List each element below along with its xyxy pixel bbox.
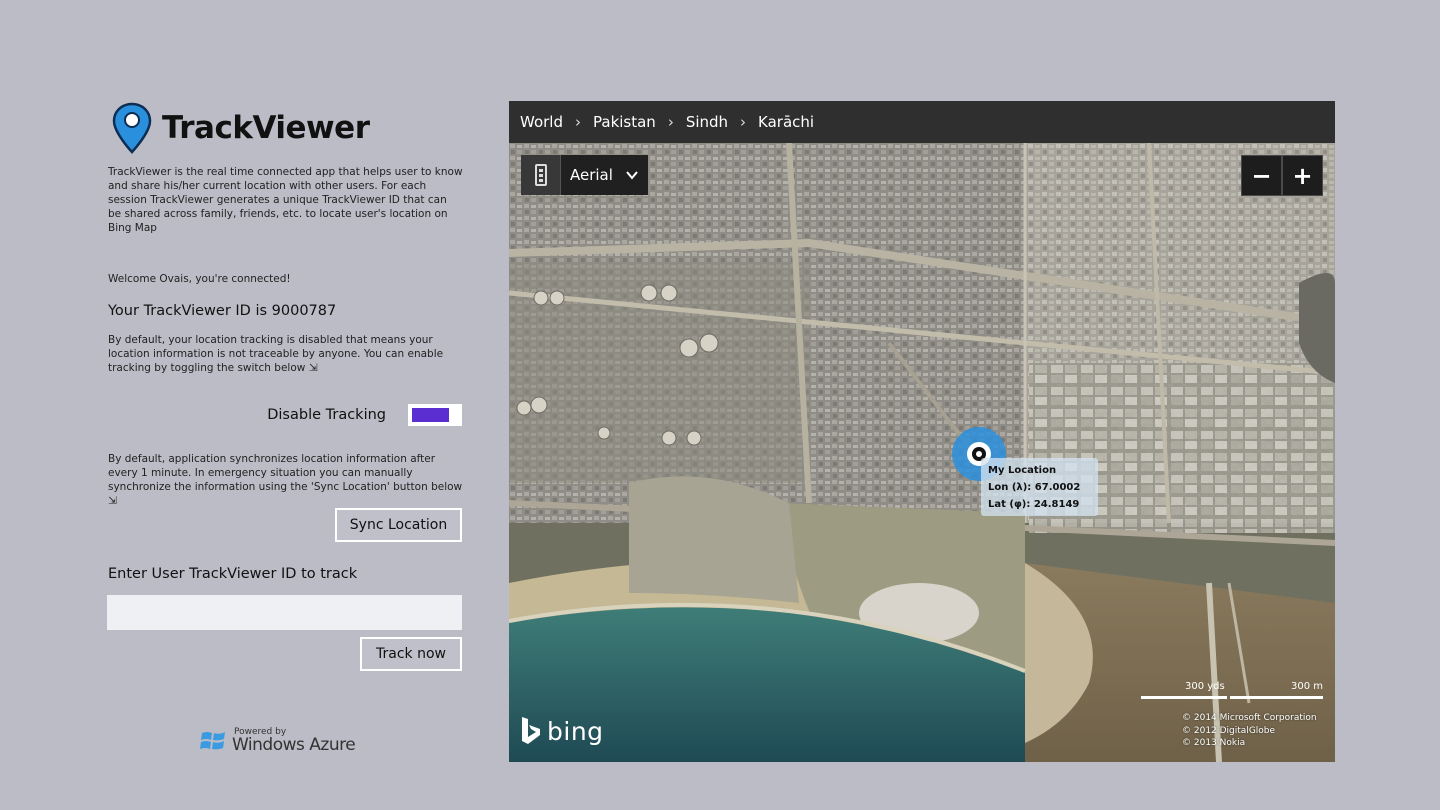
map-pin-icon: [112, 102, 152, 154]
aerial-map[interactable]: [509, 143, 1335, 762]
windows-flag-icon: [200, 732, 225, 750]
app-logo: TrackViewer: [112, 100, 370, 156]
bing-logo: bing: [520, 716, 604, 746]
welcome-message: Welcome Ovais, you're connected!: [108, 273, 291, 285]
copyright-line: © 2013 Nokia: [1182, 738, 1246, 748]
toggle-fill: [412, 408, 449, 422]
tracking-description: By default, your location tracking is di…: [108, 334, 444, 374]
chevron-right-icon: ›: [575, 113, 581, 131]
breadcrumb-world[interactable]: World: [520, 113, 563, 131]
bing-b-icon: [522, 717, 540, 744]
tracking-toggle-switch[interactable]: [408, 404, 462, 426]
chevron-right-icon: ›: [667, 113, 674, 131]
app-intro-text: TrackViewer is the real time connected a…: [108, 166, 463, 234]
bing-wordmark: bing: [547, 716, 604, 746]
track-now-button[interactable]: Track now: [360, 637, 462, 671]
chevron-right-icon: ›: [740, 113, 747, 131]
tracking-toggle-label: Disable Tracking: [267, 407, 386, 423]
aerial-map-imagery: [509, 143, 1335, 762]
breadcrumb-karachi[interactable]: Karāchi: [758, 113, 814, 131]
toggle-knob[interactable]: [449, 406, 460, 424]
location-longitude: Lon (λ): 67.0002: [988, 482, 1081, 493]
location-latitude: Lat (φ): 24.8149: [988, 499, 1080, 510]
powered-by-azure: Powered by Windows Azure: [200, 728, 356, 755]
tracking-toggle-row: Disable Tracking: [108, 402, 462, 428]
map-breadcrumb: World › Pakistan › Sindh › Karāchi: [509, 101, 1335, 143]
location-info-card: My Location Lon (λ): 67.0002 Lat (φ): 24…: [981, 458, 1098, 516]
traffic-light-icon: [534, 164, 547, 186]
map-scale-bar: 300 yds 300 m: [1141, 681, 1323, 703]
track-id-label: Enter User TrackViewer ID to track: [108, 566, 358, 582]
chevron-down-icon: [626, 171, 638, 180]
track-id-input[interactable]: [107, 595, 462, 630]
navbar-toggle-button[interactable]: [521, 155, 561, 195]
location-title: My Location: [988, 465, 1057, 476]
scale-yards: 300 yds: [1185, 681, 1225, 692]
map-copyright: © 2014 Microsoft Corporation © 2012 Digi…: [1182, 712, 1317, 750]
map-navigation-control: Aerial: [521, 155, 648, 195]
copyright-line: © 2012 DigitalGlobe: [1182, 725, 1276, 736]
zoom-in-button[interactable]: +: [1282, 155, 1323, 196]
azure-brand-text: Windows Azure: [232, 735, 356, 755]
copyright-line: © 2014 Microsoft Corporation: [1182, 713, 1317, 723]
scale-meters: 300 m: [1291, 681, 1324, 692]
sync-description: By default, application synchronizes loc…: [108, 453, 463, 507]
breadcrumb-pakistan[interactable]: Pakistan: [593, 113, 656, 131]
trackviewer-id-heading: Your TrackViewer ID is 9000787: [108, 303, 337, 319]
map-style-label: Aerial: [570, 166, 613, 184]
zoom-controls: − +: [1241, 155, 1323, 196]
scale-bar-meters: [1230, 696, 1323, 699]
breadcrumb-sindh[interactable]: Sindh: [686, 113, 728, 131]
map-style-dropdown[interactable]: Aerial: [561, 155, 648, 195]
scale-bar-yards: [1141, 696, 1227, 699]
map-panel: World › Pakistan › Sindh › Karāchi Aeria…: [509, 101, 1335, 762]
sync-location-button[interactable]: Sync Location: [335, 508, 462, 542]
zoom-out-button[interactable]: −: [1241, 155, 1282, 196]
app-title: TrackViewer: [162, 110, 370, 146]
